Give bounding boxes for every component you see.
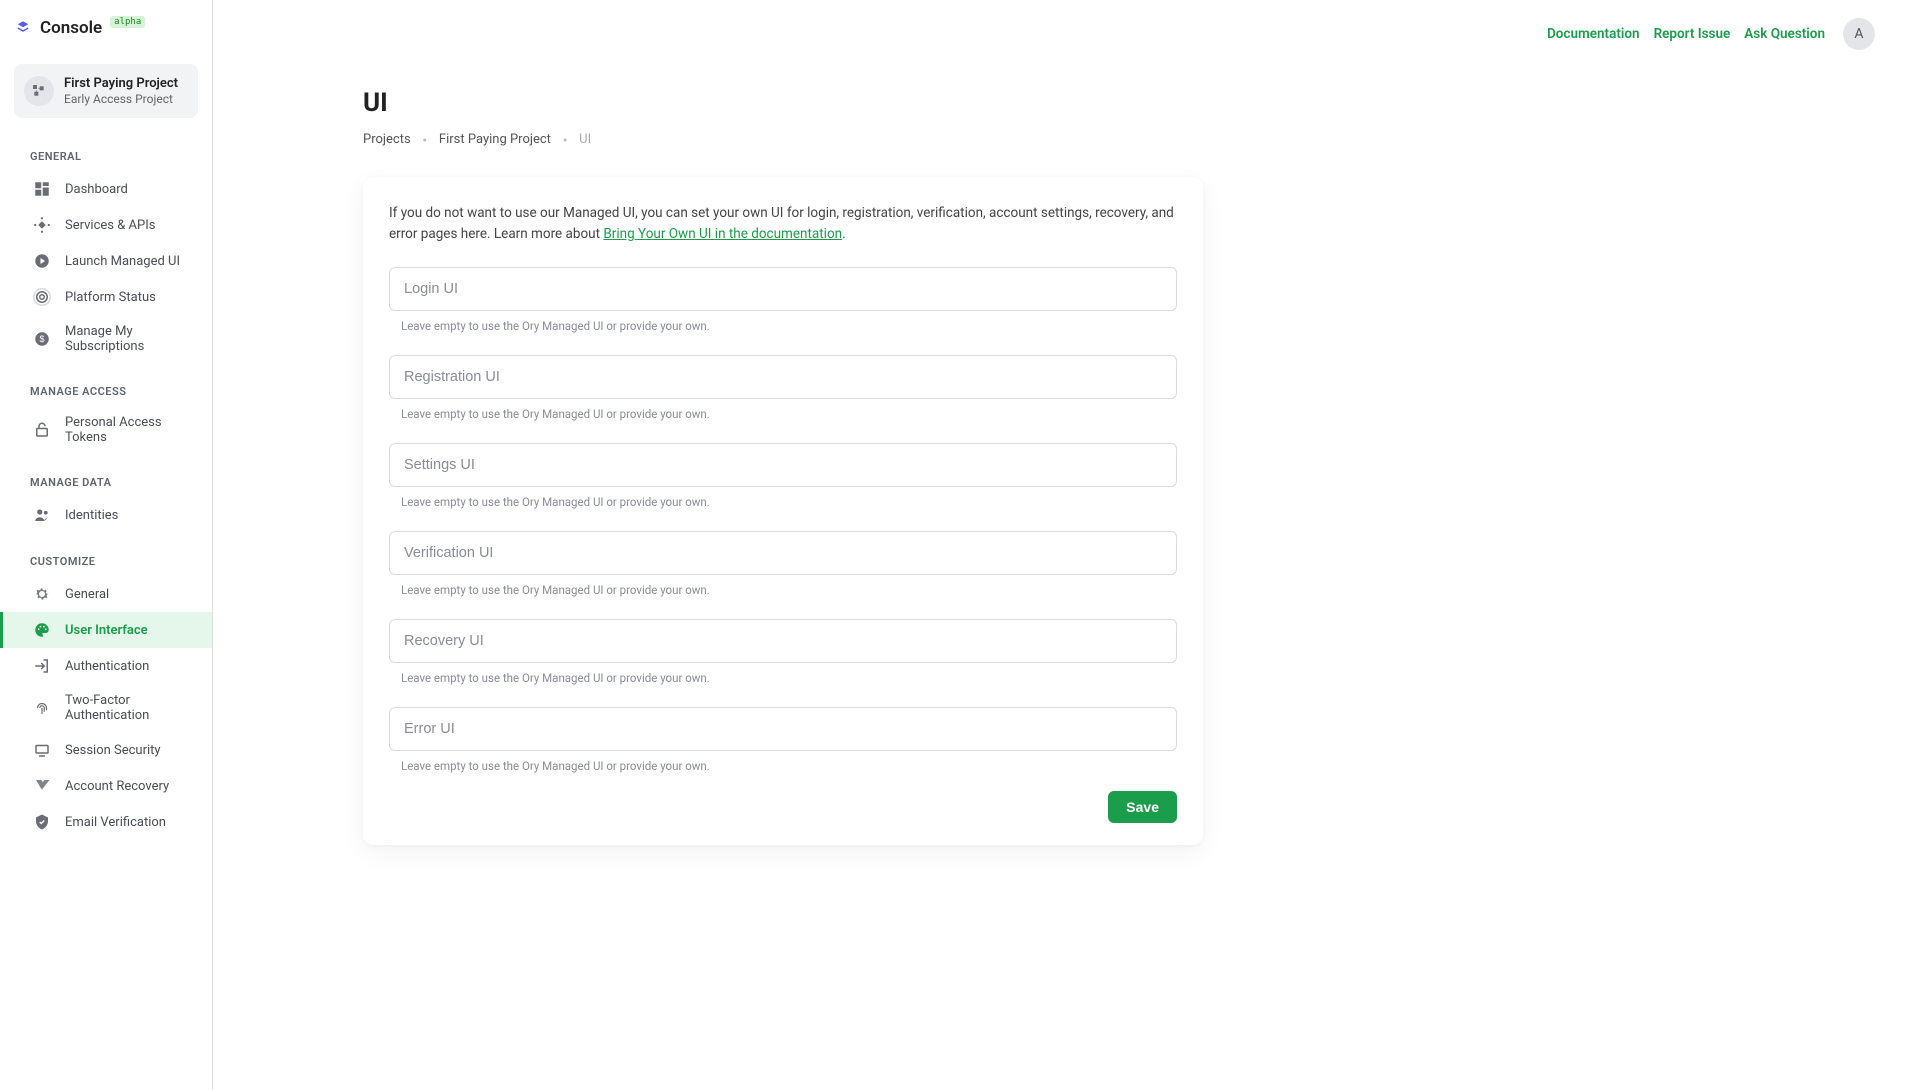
section-label-customize: CUSTOMIZE xyxy=(0,533,212,576)
sidebar: Console alpha First Paying Project Early… xyxy=(0,0,213,1090)
sidebar-item-label: Personal Access Tokens xyxy=(65,415,192,445)
field-error-ui: Leave empty to use the Ory Managed UI or… xyxy=(389,707,1177,773)
sidebar-item-customize-general[interactable]: General xyxy=(0,576,212,612)
sidebar-item-label: User Interface xyxy=(65,623,148,638)
field-login-ui: Leave empty to use the Ory Managed UI or… xyxy=(389,267,1177,333)
sidebar-item-account-recovery[interactable]: Account Recovery xyxy=(0,768,212,804)
recovery-icon xyxy=(33,777,51,795)
section-label-manage-access: MANAGE ACCESS xyxy=(0,363,212,406)
breadcrumb-separator-icon: ● xyxy=(563,136,567,144)
gear-icon xyxy=(33,585,51,603)
status-icon xyxy=(33,288,51,306)
registration-ui-input[interactable] xyxy=(389,355,1177,399)
card-intro: If you do not want to use our Managed UI… xyxy=(389,203,1177,245)
play-icon xyxy=(33,252,51,270)
field-hint: Leave empty to use the Ory Managed UI or… xyxy=(401,759,1177,773)
sidebar-item-label: Two-Factor Authentication xyxy=(65,693,192,723)
sidebar-item-label: Identities xyxy=(65,508,118,523)
sidebar-item-services[interactable]: Services & APIs xyxy=(0,207,212,243)
verification-ui-input[interactable] xyxy=(389,531,1177,575)
field-hint: Leave empty to use the Ory Managed UI or… xyxy=(401,495,1177,509)
breadcrumb-project[interactable]: First Paying Project xyxy=(439,132,551,147)
sidebar-item-label: Authentication xyxy=(65,659,149,674)
page-title: UI xyxy=(363,88,1203,118)
field-verification-ui: Leave empty to use the Ory Managed UI or… xyxy=(389,531,1177,597)
section-label-manage-data: MANAGE DATA xyxy=(0,454,212,497)
field-hint: Leave empty to use the Ory Managed UI or… xyxy=(401,583,1177,597)
dollar-icon: $ xyxy=(33,330,51,348)
project-icon xyxy=(24,76,54,106)
breadcrumb-separator-icon: ● xyxy=(423,136,427,144)
project-title: First Paying Project xyxy=(64,76,178,91)
project-selector[interactable]: First Paying Project Early Access Projec… xyxy=(14,64,198,118)
section-label-general: GENERAL xyxy=(0,128,212,171)
card-actions: Save xyxy=(389,791,1177,823)
content: UI Projects ● First Paying Project ● UI … xyxy=(213,68,1233,905)
sidebar-item-email-verification[interactable]: Email Verification xyxy=(0,804,212,840)
top-link-ask-question[interactable]: Ask Question xyxy=(1744,26,1825,42)
sidebar-item-label: Manage My Subscriptions xyxy=(65,324,192,354)
settings-card: If you do not want to use our Managed UI… xyxy=(363,177,1203,845)
field-hint: Leave empty to use the Ory Managed UI or… xyxy=(401,319,1177,333)
top-link-report-issue[interactable]: Report Issue xyxy=(1654,26,1731,42)
palette-icon xyxy=(33,621,51,639)
field-recovery-ui: Leave empty to use the Ory Managed UI or… xyxy=(389,619,1177,685)
settings-ui-input[interactable] xyxy=(389,443,1177,487)
breadcrumb-projects[interactable]: Projects xyxy=(363,132,411,147)
brand-name: Console xyxy=(40,18,102,38)
sidebar-item-platform-status[interactable]: Platform Status xyxy=(0,279,212,315)
brand-logo-icon xyxy=(14,19,32,37)
login-ui-input[interactable] xyxy=(389,267,1177,311)
sidebar-item-label: Account Recovery xyxy=(65,779,169,794)
field-hint: Leave empty to use the Ory Managed UI or… xyxy=(401,407,1177,421)
sidebar-item-authentication[interactable]: Authentication xyxy=(0,648,212,684)
sidebar-item-personal-access-tokens[interactable]: Personal Access Tokens xyxy=(0,406,212,454)
sidebar-item-label: Services & APIs xyxy=(65,218,155,233)
sidebar-item-session-security[interactable]: Session Security xyxy=(0,732,212,768)
field-hint: Leave empty to use the Ory Managed UI or… xyxy=(401,671,1177,685)
main: Documentation Report Issue Ask Question … xyxy=(213,0,1905,1090)
sidebar-item-identities[interactable]: Identities xyxy=(0,497,212,533)
docs-link[interactable]: Bring Your Own UI in the documentation xyxy=(603,226,842,242)
field-settings-ui: Leave empty to use the Ory Managed UI or… xyxy=(389,443,1177,509)
sidebar-item-label: Platform Status xyxy=(65,290,156,305)
lock-icon xyxy=(33,421,51,439)
error-ui-input[interactable] xyxy=(389,707,1177,751)
save-button[interactable]: Save xyxy=(1108,791,1177,823)
sidebar-item-subscriptions[interactable]: $ Manage My Subscriptions xyxy=(0,315,212,363)
brand[interactable]: Console alpha xyxy=(0,18,212,46)
field-registration-ui: Leave empty to use the Ory Managed UI or… xyxy=(389,355,1177,421)
sidebar-item-launch-managed-ui[interactable]: Launch Managed UI xyxy=(0,243,212,279)
dashboard-icon xyxy=(33,180,51,198)
login-icon xyxy=(33,657,51,675)
sidebar-item-label: Launch Managed UI xyxy=(65,254,180,269)
sidebar-item-two-factor[interactable]: Two-Factor Authentication xyxy=(0,684,212,732)
sidebar-item-user-interface[interactable]: User Interface xyxy=(0,612,212,648)
avatar[interactable]: A xyxy=(1843,18,1875,50)
breadcrumb: Projects ● First Paying Project ● UI xyxy=(363,132,1203,147)
fingerprint-icon xyxy=(33,699,51,717)
sidebar-item-label: Dashboard xyxy=(65,182,128,197)
recovery-ui-input[interactable] xyxy=(389,619,1177,663)
session-icon xyxy=(33,741,51,759)
topbar: Documentation Report Issue Ask Question … xyxy=(213,0,1905,68)
sidebar-item-label: Email Verification xyxy=(65,815,166,830)
verified-icon xyxy=(33,813,51,831)
services-icon xyxy=(33,216,51,234)
identities-icon xyxy=(33,506,51,524)
sidebar-item-label: Session Security xyxy=(65,743,161,758)
project-subtitle: Early Access Project xyxy=(64,92,178,106)
sidebar-item-dashboard[interactable]: Dashboard xyxy=(0,171,212,207)
brand-badge: alpha xyxy=(110,16,145,28)
svg-text:$: $ xyxy=(39,334,44,344)
top-link-documentation[interactable]: Documentation xyxy=(1547,26,1640,42)
breadcrumb-current: UI xyxy=(579,132,591,147)
sidebar-item-label: General xyxy=(65,587,109,602)
